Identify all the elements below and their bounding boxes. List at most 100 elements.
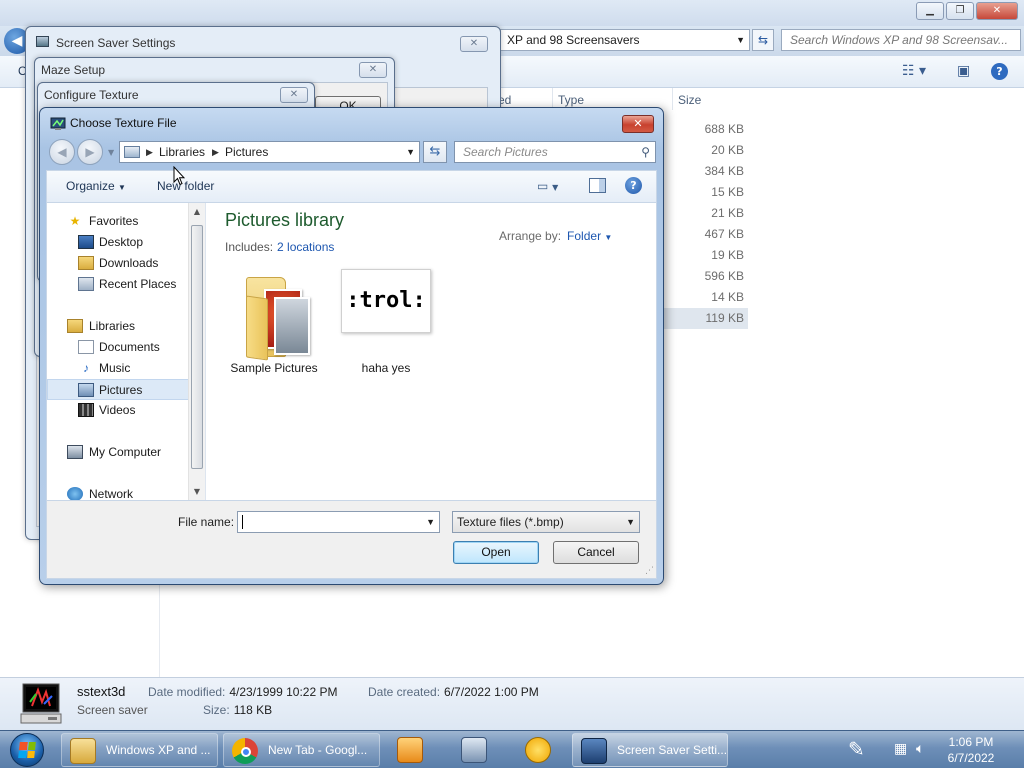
nav-my-computer[interactable]: My Computer xyxy=(47,442,189,463)
back-arrow-icon[interactable]: ◀ xyxy=(49,139,75,165)
nav-scrollbar[interactable]: ▲ ▼ xyxy=(188,203,205,500)
nav-favorites[interactable]: ★ Favorites xyxy=(47,211,189,232)
includes-label: Includes: xyxy=(225,240,274,254)
search-icon[interactable]: ⚲ xyxy=(641,142,650,162)
taskbar-item-chrome[interactable]: New Tab - Googl... xyxy=(223,733,380,767)
videos-icon xyxy=(78,403,94,417)
refresh-icon[interactable]: ⇆ xyxy=(423,141,447,163)
column-header-type[interactable]: Type xyxy=(558,93,584,107)
nav-music[interactable]: ♪ Music xyxy=(47,358,189,379)
refresh-icon[interactable]: ⇆ xyxy=(752,29,774,51)
close-button[interactable]: ✕ xyxy=(976,2,1018,20)
nav-desktop[interactable]: Desktop xyxy=(47,232,189,253)
file-size-cell[interactable]: 467 KB xyxy=(664,224,748,245)
explorer-address-bar[interactable]: XP and 98 Screensavers ▼ xyxy=(500,29,750,51)
dialog-title: Screen Saver Settings xyxy=(56,36,176,50)
file-item-label: haha yes xyxy=(361,361,411,375)
nav-documents[interactable]: Documents xyxy=(47,337,189,358)
restore-button[interactable]: ❐ xyxy=(946,2,974,20)
close-button[interactable]: ✕ xyxy=(460,36,488,52)
file-size-cell[interactable]: 20 KB xyxy=(664,140,748,161)
minimize-button[interactable]: ▁ xyxy=(916,2,944,20)
keyboard-icon xyxy=(461,737,487,763)
file-size-cell[interactable]: 596 KB xyxy=(664,266,748,287)
file-size-cell[interactable]: 384 KB xyxy=(664,161,748,182)
organize-button[interactable]: Organize ▼ xyxy=(66,179,126,193)
breadcrumb-arrow-icon[interactable]: ▶ xyxy=(146,142,153,162)
nav-recent-places[interactable]: Recent Places xyxy=(47,274,189,295)
chevron-down-icon[interactable]: ▼ xyxy=(626,512,635,532)
scrollbar-thumb[interactable] xyxy=(191,225,203,469)
taskbar-pin-media-player[interactable] xyxy=(382,733,438,767)
taskbar-pin-security[interactable] xyxy=(510,733,566,767)
file-size-cell[interactable]: 14 KB xyxy=(664,287,748,308)
dialog-title: Configure Texture xyxy=(44,88,139,102)
nav-pictures[interactable]: Pictures xyxy=(47,379,189,400)
close-button[interactable]: ✕ xyxy=(280,87,308,103)
pictures-icon xyxy=(124,146,140,158)
includes-locations-link[interactable]: 2 locations xyxy=(277,240,334,254)
chevron-down-icon[interactable]: ▼ xyxy=(426,512,435,532)
pen-input-icon[interactable]: ✎ xyxy=(848,737,865,761)
scroll-up-icon[interactable]: ▲ xyxy=(189,203,205,220)
file-size-cell[interactable]: 688 KB xyxy=(664,119,748,140)
preview-pane-icon[interactable]: ▣ xyxy=(957,63,970,79)
breadcrumb-libraries[interactable]: Libraries xyxy=(159,142,205,162)
search-input[interactable]: Search Pictures ⚲ xyxy=(454,141,656,163)
nav-libraries[interactable]: Libraries xyxy=(47,316,189,337)
nav-network[interactable]: Network xyxy=(47,484,189,500)
volume-icon[interactable]: 🔈︎ xyxy=(916,741,924,757)
nav-videos[interactable]: Videos xyxy=(47,400,189,421)
arrange-by-dropdown[interactable]: Folder ▼ xyxy=(567,229,612,243)
change-view-icon[interactable]: ▭ ▼ xyxy=(537,179,558,193)
file-size-cell[interactable]: 21 KB xyxy=(664,203,748,224)
details-date-modified: Date modified: 4/23/1999 10:22 PM xyxy=(148,685,337,699)
chevron-down-icon[interactable]: ▼ xyxy=(736,30,745,50)
address-bar[interactable]: ▶ Libraries ▶ Pictures ▼ xyxy=(119,141,420,163)
scroll-down-icon[interactable]: ▼ xyxy=(189,483,205,500)
file-type-select[interactable]: Texture files (*.bmp) ▼ xyxy=(452,511,640,533)
details-date-created-label: Date created: xyxy=(368,685,441,699)
details-date-modified-label: Date modified: xyxy=(148,685,226,699)
taskbar-item-screen-saver-settings[interactable]: Screen Saver Setti... xyxy=(572,733,728,767)
details-file-type: Screen saver xyxy=(77,703,148,717)
open-button[interactable]: Open xyxy=(453,541,539,564)
file-name-input[interactable]: ▼ xyxy=(237,511,440,533)
mouse-cursor-icon xyxy=(173,165,186,186)
clock[interactable]: 1:06 PM 6/7/2022 xyxy=(936,734,1006,766)
taskbar-item-explorer[interactable]: Windows XP and ... xyxy=(61,733,218,767)
help-icon[interactable]: ? xyxy=(625,177,642,194)
chevron-down-icon[interactable]: ▼ xyxy=(406,142,415,162)
resize-grip-icon[interactable]: ⋰ xyxy=(645,566,654,576)
folder-icon xyxy=(246,271,310,361)
nav-downloads[interactable]: Downloads xyxy=(47,253,189,274)
recent-locations-icon[interactable]: ▼ xyxy=(108,148,114,157)
file-type-value: Texture files (*.bmp) xyxy=(457,515,564,529)
cancel-button[interactable]: Cancel xyxy=(553,541,639,564)
preview-pane-icon[interactable] xyxy=(589,178,606,193)
taskbar-item-label: New Tab - Googl... xyxy=(268,743,368,757)
file-size-cell[interactable]: 19 KB xyxy=(664,245,748,266)
libraries-icon xyxy=(67,319,83,333)
address-text: XP and 98 Screensavers xyxy=(507,33,640,47)
view-options-icon[interactable]: ☷ ▾ xyxy=(902,63,926,79)
details-date-created-value: 6/7/2022 1:00 PM xyxy=(444,685,539,699)
file-item-haha-yes[interactable]: :trol: haha yes xyxy=(332,265,432,383)
network-status-icon[interactable]: ▦ xyxy=(894,741,907,757)
file-item-sample-pictures[interactable]: Sample Pictures xyxy=(224,265,324,383)
start-button[interactable] xyxy=(4,732,52,768)
explorer-search-input[interactable]: Search Windows XP and 98 Screensav... xyxy=(781,29,1021,51)
close-button[interactable]: ✕ xyxy=(359,62,387,78)
breadcrumb-pictures[interactable]: Pictures xyxy=(225,142,268,162)
nav-label: Libraries xyxy=(89,319,136,333)
new-folder-button[interactable]: New folder xyxy=(157,179,214,193)
close-button[interactable]: ✕ xyxy=(622,115,654,133)
screensaver-file-icon xyxy=(18,682,64,726)
help-icon[interactable]: ? xyxy=(991,63,1008,80)
column-header-size[interactable]: Size xyxy=(678,93,701,107)
taskbar-pin-screen-keyboard[interactable] xyxy=(446,733,502,767)
file-size-cell[interactable]: 15 KB xyxy=(664,182,748,203)
file-size-cell[interactable]: 119 KB xyxy=(664,308,748,329)
breadcrumb-arrow-icon[interactable]: ▶ xyxy=(212,142,219,162)
forward-arrow-icon[interactable]: ▶ xyxy=(77,139,103,165)
